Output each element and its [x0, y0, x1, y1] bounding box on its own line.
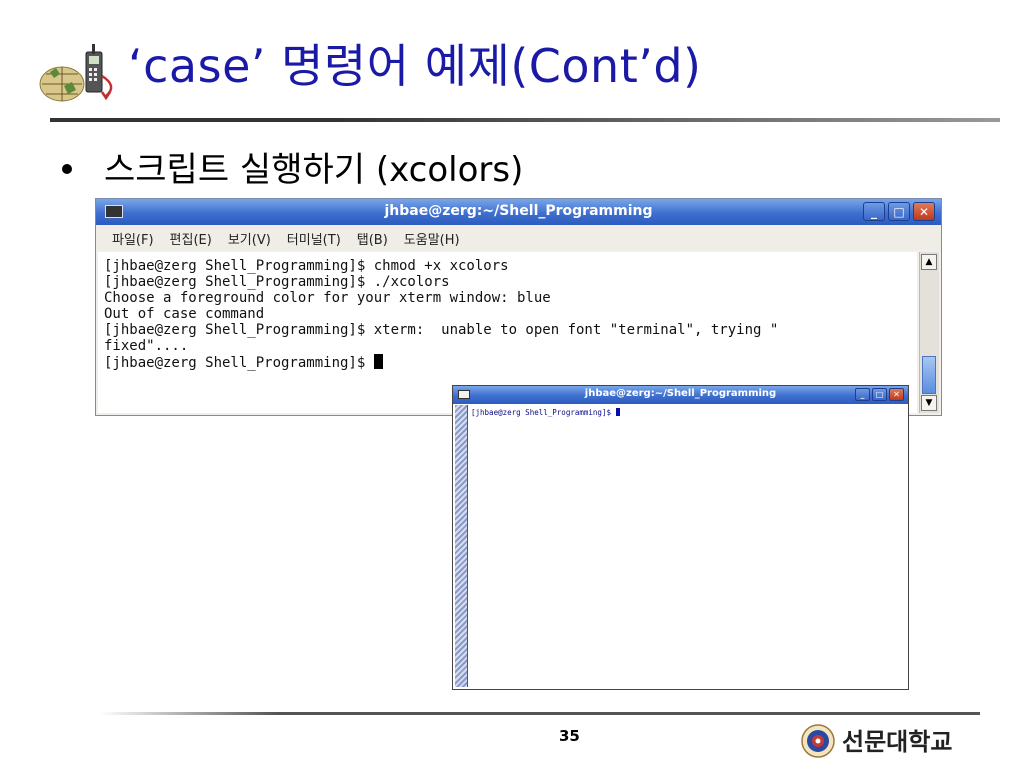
terminal-line: fixed".... — [104, 338, 189, 354]
xterm-prompt: [jhbae@zerg Shell_Programming]$ — [471, 408, 616, 417]
terminal-window-main[interactable]: jhbae@zerg:~/Shell_Programming _ □ ✕ 파일(… — [95, 198, 942, 416]
terminal-line: [jhbae@zerg Shell_Programming]$ xterm: u… — [104, 322, 779, 338]
minimize-button[interactable]: _ — [863, 202, 885, 221]
terminal-window-xterm[interactable]: jhbae@zerg:~/Shell_Programming _ □ ✕ [jh… — [452, 385, 909, 690]
footer-divider — [100, 712, 980, 715]
bullet-dot — [62, 164, 72, 174]
menu-view[interactable]: 보기(V) — [228, 229, 271, 248]
terminal-line: Out of case command — [104, 306, 265, 322]
menu-tabs[interactable]: 탭(B) — [357, 229, 388, 248]
xterm-cursor — [615, 408, 620, 416]
window-title: jhbae@zerg:~/Shell_Programming — [384, 203, 653, 219]
xterm-output[interactable]: [jhbae@zerg Shell_Programming]$ — [471, 408, 620, 417]
text-cursor — [373, 354, 383, 369]
slide-title: ‘case’ 명령어 예제(Cont’d) — [128, 39, 702, 93]
xterm-close-button[interactable]: ✕ — [889, 388, 904, 401]
terminal-line: [jhbae@zerg Shell_Programming]$ chmod +x… — [104, 258, 509, 274]
close-button[interactable]: ✕ — [913, 202, 935, 221]
terminal-titlebar[interactable]: jhbae@zerg:~/Shell_Programming _ □ ✕ — [96, 199, 941, 225]
scroll-down-arrow[interactable]: ▼ — [921, 395, 937, 411]
university-logo-text: 선문대학교 — [842, 728, 953, 756]
menu-terminal[interactable]: 터미널(T) — [287, 229, 341, 248]
xterm-minimize-button[interactable]: _ — [855, 388, 870, 401]
scrollbar-thumb[interactable] — [922, 356, 936, 394]
xterm-titlebar[interactable]: jhbae@zerg:~/Shell_Programming _ □ ✕ — [453, 386, 908, 404]
terminal-line: Choose a foreground color for your xterm… — [104, 290, 551, 306]
terminal-prompt-line: [jhbae@zerg Shell_Programming]$ — [104, 354, 917, 371]
bullet-text: 스크립트 실행하기 (xcolors) — [104, 150, 524, 190]
phone-globe-icon — [39, 44, 113, 102]
menu-edit[interactable]: 편집(E) — [170, 229, 212, 248]
scroll-up-arrow[interactable]: ▲ — [921, 254, 937, 270]
terminal-line: [jhbae@zerg Shell_Programming]$ ./xcolor… — [104, 274, 450, 290]
xterm-scrollbar[interactable] — [455, 405, 468, 687]
page-number: 35 — [559, 727, 580, 745]
maximize-button[interactable]: □ — [888, 202, 910, 221]
menu-file[interactable]: 파일(F) — [112, 229, 154, 248]
title-divider — [50, 118, 1000, 122]
terminal-prompt: [jhbae@zerg Shell_Programming]$ — [104, 355, 374, 371]
menubar: 파일(F) 편집(E) 보기(V) 터미널(T) 탭(B) 도움말(H) — [96, 226, 941, 250]
xterm-window-title: jhbae@zerg:~/Shell_Programming — [584, 388, 777, 399]
scrollbar[interactable]: ▲ ▼ — [919, 252, 939, 413]
university-emblem-icon — [801, 724, 835, 758]
menu-help[interactable]: 도움말(H) — [404, 229, 460, 248]
xterm-maximize-button[interactable]: □ — [872, 388, 887, 401]
